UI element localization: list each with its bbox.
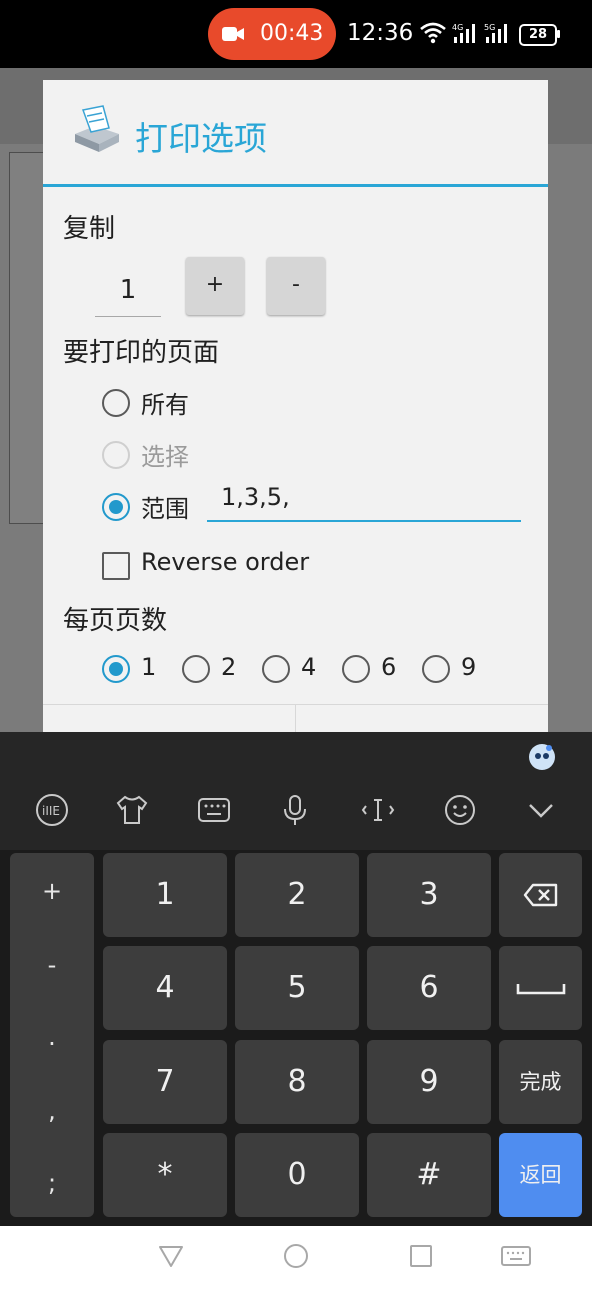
backspace-icon	[523, 883, 558, 907]
svg-text:5G: 5G	[484, 23, 495, 32]
dialog-title: 打印选项	[135, 119, 267, 158]
radio-all-pages[interactable]	[102, 389, 130, 417]
key-period[interactable]: .	[10, 1023, 94, 1051]
pps-4-label: 4	[301, 653, 317, 681]
navigation-bar	[0, 1226, 592, 1291]
keyboard-toolbar: iIIE	[0, 732, 592, 850]
battery-icon: 28	[519, 24, 557, 46]
radio-pps-6[interactable]	[342, 655, 370, 683]
radio-pps-4[interactable]	[262, 655, 290, 683]
key-7[interactable]: 7	[103, 1040, 227, 1124]
key-5[interactable]: 5	[235, 946, 359, 1030]
key-2[interactable]: 2	[235, 853, 359, 937]
keyboard-layout-icon[interactable]	[196, 792, 232, 828]
key-asterisk[interactable]: *	[103, 1133, 227, 1217]
microphone-icon[interactable]	[277, 792, 313, 828]
svg-text:4G: 4G	[452, 23, 463, 32]
option-range-label: 范围	[141, 495, 189, 523]
key-0[interactable]: 0	[235, 1133, 359, 1217]
reverse-order-checkbox[interactable]	[102, 552, 130, 580]
key-hash[interactable]: #	[367, 1133, 491, 1217]
title-divider	[43, 184, 548, 187]
wifi-icon	[420, 22, 446, 44]
pages-per-sheet-label: 每页页数	[63, 606, 168, 636]
recording-time: 00:43	[260, 21, 324, 46]
key-1[interactable]: 1	[103, 853, 227, 937]
dialog-footer-button-divider	[295, 704, 296, 732]
range-input[interactable]: 1,3,5,	[207, 476, 521, 522]
radio-pps-2[interactable]	[182, 655, 210, 683]
key-plus[interactable]: +	[10, 877, 94, 905]
assistant-icon[interactable]	[527, 742, 557, 772]
option-selection-label: 选择	[141, 443, 189, 471]
video-camera-icon	[222, 27, 244, 41]
symbol-column[interactable]: + - . , ;	[10, 853, 94, 1217]
space-icon	[516, 984, 566, 995]
key-semicolon[interactable]: ;	[10, 1169, 94, 1197]
backspace-key[interactable]	[499, 853, 582, 937]
reverse-order-label: Reverse order	[141, 548, 310, 576]
cursor-edit-icon[interactable]	[360, 792, 396, 828]
key-3[interactable]: 3	[367, 853, 491, 937]
emoji-icon[interactable]	[442, 792, 478, 828]
pps-6-label: 6	[381, 653, 397, 681]
radio-pps-9[interactable]	[422, 655, 450, 683]
handwriting-icon[interactable]: iIIE	[34, 792, 70, 828]
key-comma[interactable]: ,	[10, 1097, 94, 1125]
battery-tip	[557, 30, 560, 38]
return-key[interactable]: 返回	[499, 1133, 582, 1217]
key-minus[interactable]: -	[10, 951, 94, 979]
back-triangle-icon[interactable]	[157, 1242, 185, 1270]
key-6[interactable]: 6	[367, 946, 491, 1030]
radio-selection	[102, 441, 130, 469]
signal-5g-icon: 5G	[484, 23, 507, 43]
print-options-dialog: 打印选项 复制 1 + - 要打印的页面 所有 选择 范围 1,3,5, Rev…	[43, 80, 548, 732]
pps-1-label: 1	[141, 653, 157, 681]
svg-text:iIIE: iIIE	[42, 804, 60, 818]
copies-label: 复制	[63, 214, 116, 244]
done-key[interactable]: 完成	[499, 1040, 582, 1124]
copies-increment-button[interactable]: +	[186, 257, 244, 315]
chevron-down-icon[interactable]	[523, 792, 559, 828]
pps-2-label: 2	[221, 653, 237, 681]
key-9[interactable]: 9	[367, 1040, 491, 1124]
home-circle-icon[interactable]	[282, 1242, 310, 1270]
pages-to-print-label: 要打印的页面	[63, 338, 220, 368]
battery-level: 28	[528, 27, 548, 42]
space-key[interactable]	[499, 946, 582, 1030]
screen-recording-indicator[interactable]: 00:43	[208, 8, 336, 60]
shirt-icon[interactable]	[114, 792, 150, 828]
pps-9-label: 9	[461, 653, 477, 681]
clock: 12:36	[347, 20, 414, 46]
radio-pps-1[interactable]	[102, 655, 130, 683]
option-all-label: 所有	[141, 391, 189, 419]
status-bar: 00:43 12:36 4G 5G 28	[0, 0, 592, 68]
radio-range[interactable]	[102, 493, 130, 521]
system-icons: 4G 5G 28	[420, 22, 560, 48]
dialog-header: 打印选项	[43, 80, 548, 184]
key-8[interactable]: 8	[235, 1040, 359, 1124]
recents-square-icon[interactable]	[407, 1242, 435, 1270]
copies-input[interactable]: 1	[95, 266, 161, 317]
copies-decrement-button[interactable]: -	[267, 257, 325, 315]
key-4[interactable]: 4	[103, 946, 227, 1030]
signal-4g-icon: 4G	[452, 23, 475, 43]
printer-icon	[75, 105, 119, 152]
keyboard-toggle-icon[interactable]	[500, 1242, 532, 1270]
numeric-keyboard: iIIE + - . , ; 1 2 3 4 5 6 7 8 9 * 0 # 完…	[0, 732, 592, 1226]
